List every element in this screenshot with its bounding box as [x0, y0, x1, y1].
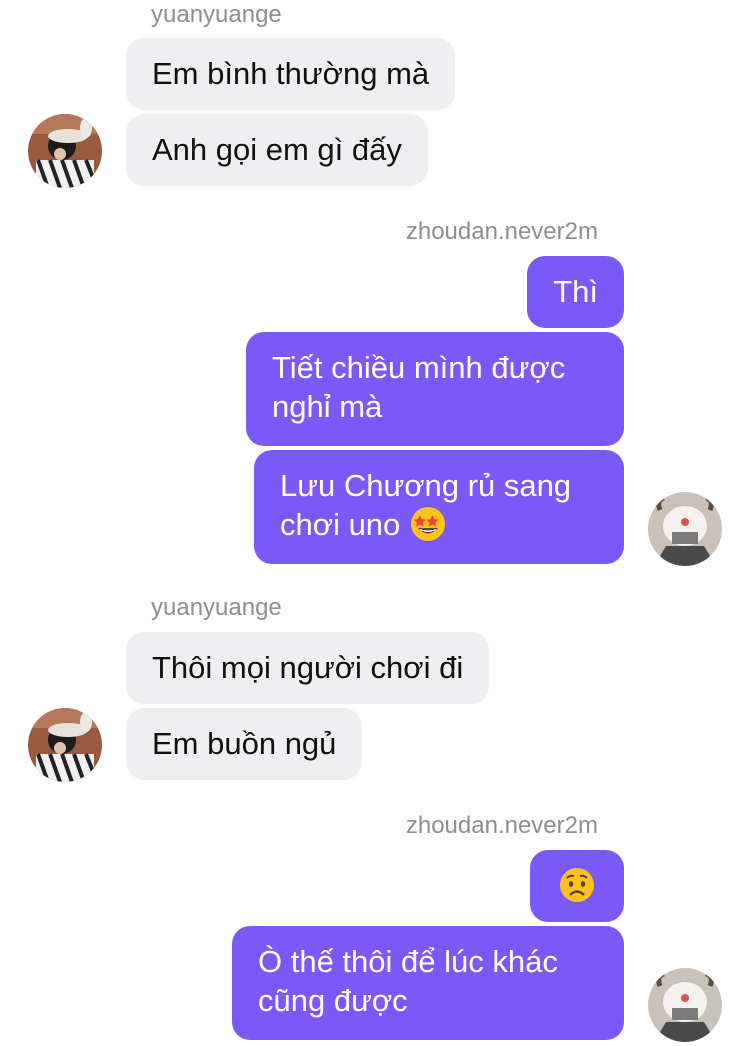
- avatar-yuanyuange[interactable]: [28, 708, 102, 782]
- message-text: Thôi mọi người chơi đi: [152, 650, 464, 685]
- message-text: Em buồn ngủ: [152, 726, 337, 761]
- message-bubble-outgoing[interactable]: Thì: [527, 256, 624, 328]
- sender-name-zhoudan: zhoudan.never2m: [405, 218, 598, 245]
- worried-face-emoji-icon: [558, 866, 596, 904]
- message-bubble-outgoing[interactable]: [530, 850, 624, 922]
- message-bubble-incoming[interactable]: Anh gọi em gì đấy: [126, 114, 428, 186]
- message-text: Tiết chiều mình được nghỉ mà: [272, 350, 566, 424]
- avatar-yuanyuange[interactable]: [28, 114, 102, 188]
- avatar-image: [28, 708, 102, 782]
- message-bubble-outgoing[interactable]: Tiết chiều mình được nghỉ mà: [246, 332, 624, 446]
- message-bubble-incoming[interactable]: Em buồn ngủ: [126, 708, 363, 780]
- message-text: Anh gọi em gì đấy: [152, 132, 402, 167]
- avatar-image: [648, 492, 722, 566]
- avatar-zhoudan[interactable]: [648, 492, 722, 566]
- message-text: Thì: [553, 274, 598, 309]
- star-struck-emoji-icon: [409, 505, 447, 543]
- avatar-image: [648, 968, 722, 1042]
- message-text: Em bình thường mà: [152, 56, 430, 91]
- avatar-image: [28, 114, 102, 188]
- message-bubble-outgoing[interactable]: Lưu Chương rủ sang chơi uno: [254, 450, 624, 564]
- sender-name-yuanyuange: yuanyuange: [151, 594, 282, 621]
- avatar-zhoudan[interactable]: [648, 968, 722, 1042]
- message-bubble-incoming[interactable]: Thôi mọi người chơi đi: [126, 632, 490, 704]
- message-text: Ò thế thôi để lúc khác cũng được: [258, 944, 558, 1018]
- sender-name-yuanyuange: yuanyuange: [151, 1, 282, 28]
- message-bubble-outgoing[interactable]: Ò thế thôi để lúc khác cũng được: [232, 926, 624, 1040]
- message-bubble-incoming[interactable]: Em bình thường mà: [126, 38, 456, 110]
- sender-name-zhoudan: zhoudan.never2m: [405, 812, 598, 839]
